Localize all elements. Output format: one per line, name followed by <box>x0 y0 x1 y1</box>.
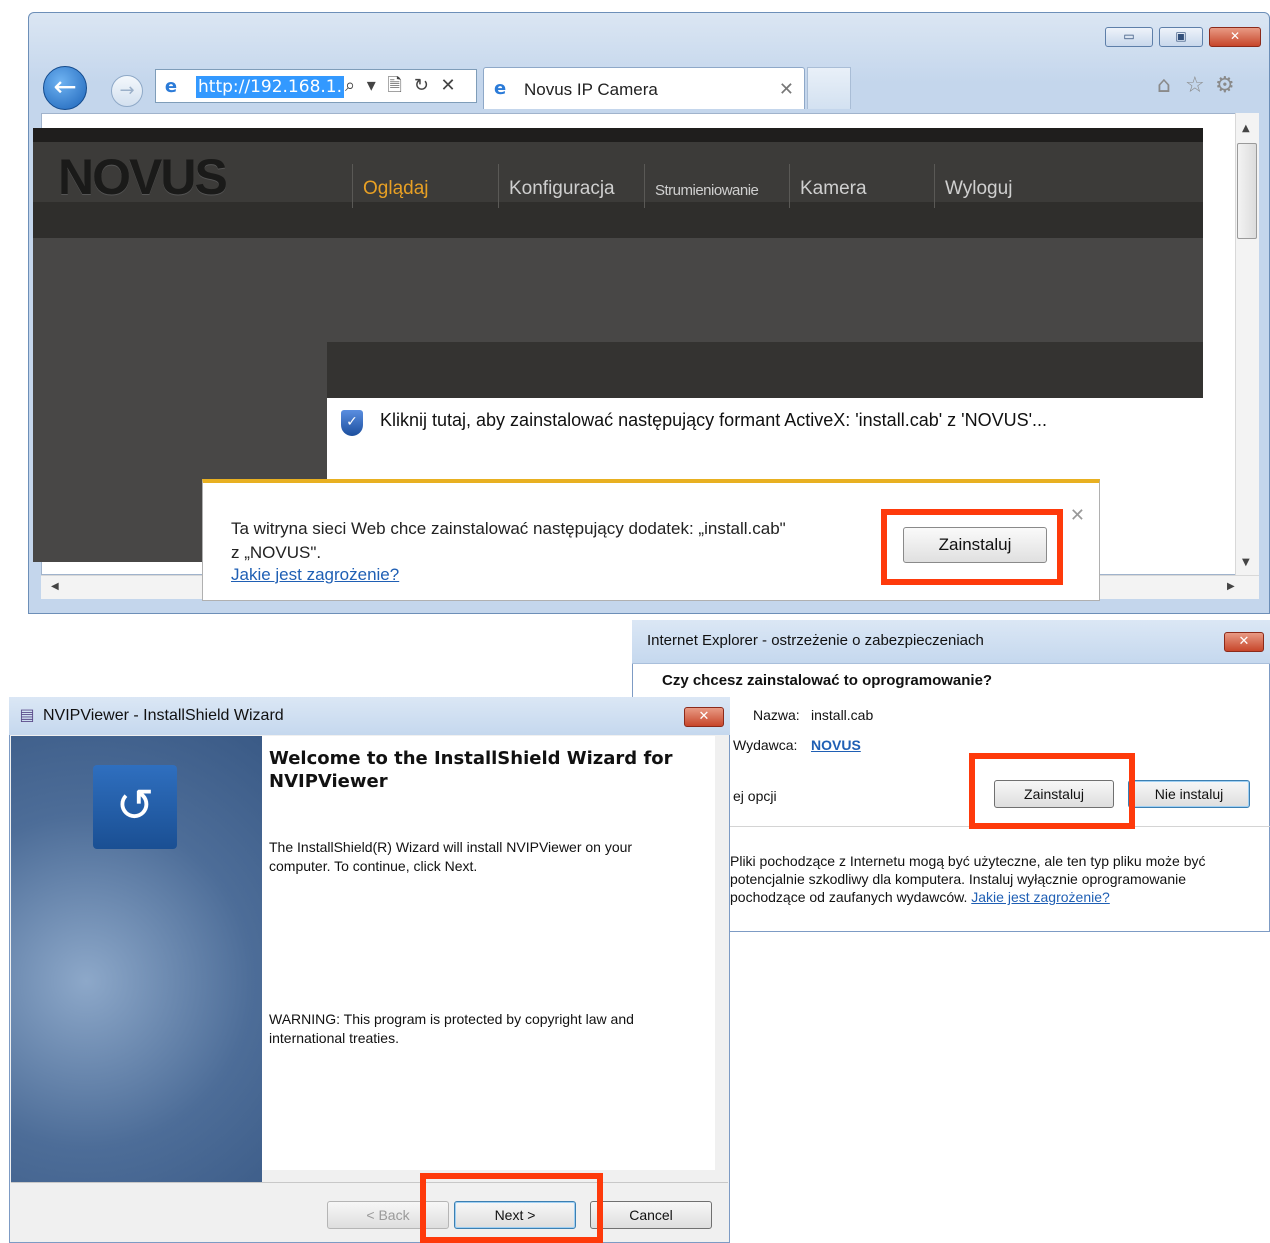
security-dialog-titlebar: Internet Explorer - ostrzeżenie o zabezp… <box>632 620 1270 664</box>
risk-link[interactable]: Jakie jest zagrożenie? <box>231 565 399 585</box>
notification-close-icon[interactable]: ✕ <box>1070 505 1085 526</box>
installshield-logo-icon: ↺ <box>93 765 177 849</box>
tab-title: Novus IP Camera <box>524 80 658 99</box>
back-button[interactable]: ← <box>43 66 87 110</box>
notification-line1: Ta witryna sieci Web chce zainstalować n… <box>231 519 786 538</box>
security-warning-text: Pliki pochodzące z Internetu mogą być uż… <box>730 852 1250 906</box>
novus-logo: NOVUS <box>58 149 228 205</box>
address-tools-icon[interactable]: ⌕ ▾ 🗎 ↻ ✕ <box>345 73 459 103</box>
installer-icon: ▤ <box>19 705 35 724</box>
nav-konfiguracja[interactable]: Konfiguracja <box>509 178 615 200</box>
name-label: Nazwa: <box>753 707 800 723</box>
security-dialog-close-button[interactable]: ✕ <box>1224 632 1264 652</box>
wizard-heading: Welcome to the InstallShield Wizard for … <box>269 748 673 792</box>
nav-divider <box>644 164 645 208</box>
scrollbar-thumb[interactable] <box>1237 143 1257 239</box>
tab-novus-ip-camera[interactable]: e Novus IP Camera ✕ <box>483 67 805 109</box>
minimize-button[interactable]: ▭ <box>1105 27 1153 47</box>
highlight-box <box>881 509 1063 585</box>
site-header-strip <box>33 128 1203 142</box>
nav-divider <box>789 164 790 208</box>
publisher-label: Wydawca: <box>733 737 798 753</box>
video-panel-header <box>327 342 1203 398</box>
maximize-button[interactable]: ▣ <box>1159 27 1203 47</box>
more-options-toggle[interactable]: ej opcji <box>733 788 777 804</box>
publisher-value[interactable]: NOVUS <box>811 737 861 753</box>
security-warning-body: Pliki pochodzące z Internetu mogą być uż… <box>730 853 1206 905</box>
nav-divider <box>498 164 499 208</box>
highlight-box <box>420 1173 603 1243</box>
wizard-cancel-button[interactable]: Cancel <box>590 1201 712 1229</box>
wizard-titlebar: ▤ NVIPViewer - InstallShield Wizard ✕ <box>9 697 730 735</box>
address-url[interactable]: http://192.168.1. <box>196 76 345 98</box>
notification-message: Ta witryna sieci Web chce zainstalować n… <box>231 517 786 565</box>
security-risk-link[interactable]: Jakie jest zagrożenie? <box>971 889 1110 905</box>
shield-icon: ✓ <box>341 410 363 436</box>
scroll-down-icon[interactable]: ▼ <box>1242 557 1250 568</box>
ie-icon: e <box>494 78 507 99</box>
scroll-up-icon[interactable]: ▲ <box>1242 123 1250 134</box>
wizard-close-button[interactable]: ✕ <box>684 707 724 727</box>
wizard-warning-text: WARNING: This program is protected by co… <box>269 1011 634 1046</box>
scroll-right-icon[interactable]: ▶ <box>1227 581 1235 592</box>
highlight-box <box>969 753 1135 829</box>
activex-install-message[interactable]: Kliknij tutaj, aby zainstalować następuj… <box>380 410 1047 431</box>
security-question: Czy chcesz zainstalować to oprogramowani… <box>662 672 993 689</box>
wizard-content-panel <box>262 736 715 1170</box>
nav-divider <box>934 164 935 208</box>
home-icon[interactable]: ⌂ <box>1157 73 1171 98</box>
tab-close-icon[interactable]: ✕ <box>779 79 794 100</box>
nav-divider <box>352 164 353 208</box>
ie-icon: e <box>164 76 178 97</box>
wizard-title: NVIPViewer - InstallShield Wizard <box>43 707 284 724</box>
forward-button[interactable]: → <box>111 75 143 107</box>
nav-strumieniowanie[interactable]: Strumieniowanie <box>655 182 759 199</box>
gear-icon[interactable]: ⚙ <box>1215 73 1235 98</box>
security-noinstall-button[interactable]: Nie instaluj <box>1128 780 1250 808</box>
site-header-bottom <box>33 202 1203 238</box>
close-window-button[interactable]: ✕ <box>1209 27 1261 47</box>
nav-wyloguj[interactable]: Wyloguj <box>945 178 1012 200</box>
wizard-body-text: The InstallShield(R) Wizard will install… <box>269 839 633 874</box>
notification-line2: z „NOVUS". <box>231 543 322 562</box>
star-icon[interactable]: ☆ <box>1185 73 1205 98</box>
nav-ogladaj[interactable]: Oglądaj <box>363 178 429 200</box>
scroll-left-icon[interactable]: ◀ <box>51 581 59 592</box>
nav-kamera[interactable]: Kamera <box>800 178 867 200</box>
security-dialog-title: Internet Explorer - ostrzeżenie o zabezp… <box>647 632 984 649</box>
new-tab-button[interactable] <box>807 67 851 109</box>
name-value: install.cab <box>811 707 874 723</box>
